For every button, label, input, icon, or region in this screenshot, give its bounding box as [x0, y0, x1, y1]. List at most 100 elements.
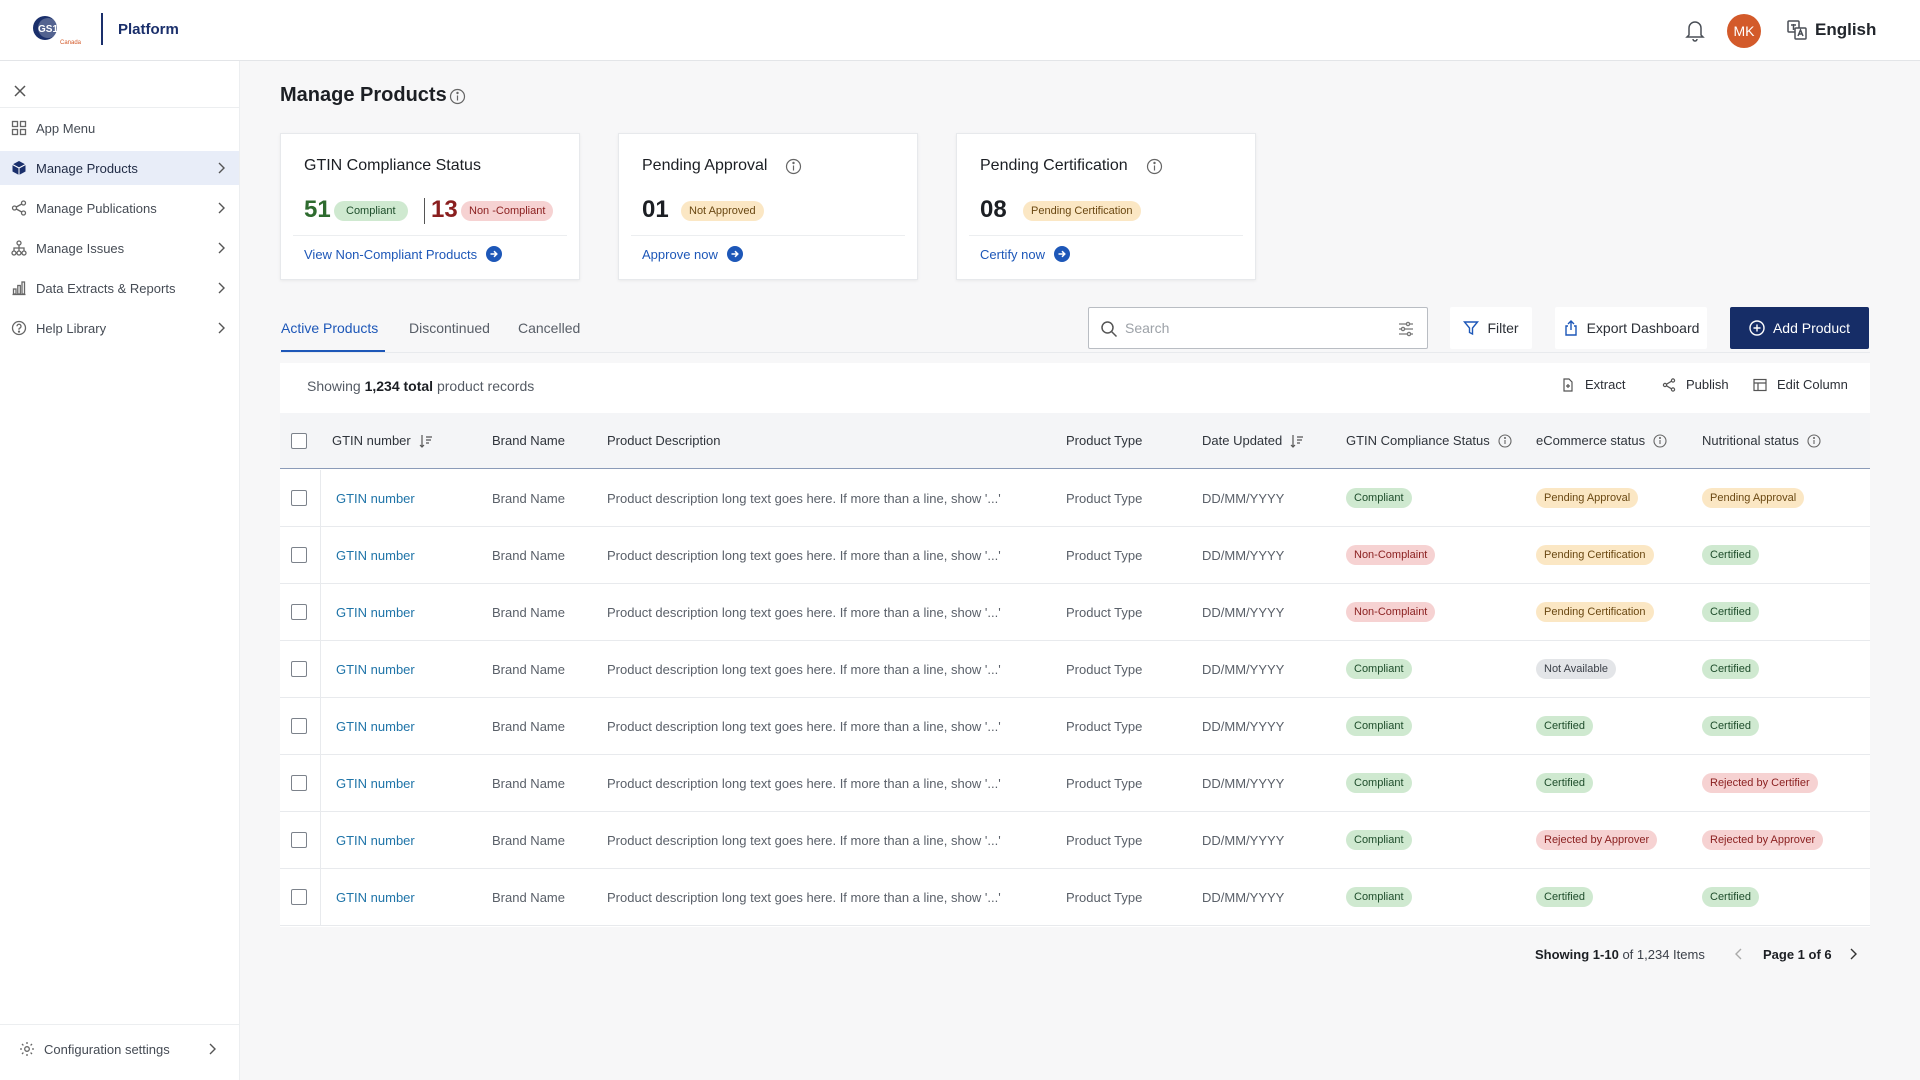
ecommerce-badge: Not Available — [1536, 659, 1617, 679]
sort-icon[interactable] — [419, 434, 433, 448]
sidebar-item-manage-publications[interactable]: Manage Publications — [0, 191, 240, 225]
row-checkbox[interactable] — [291, 775, 307, 791]
column-header-gtin-compliance[interactable]: GTIN Compliance Status — [1346, 433, 1512, 448]
column-header-ecommerce[interactable]: eCommerce status — [1536, 433, 1667, 448]
row-checkbox[interactable] — [291, 718, 307, 734]
gtin-link[interactable]: GTIN number — [336, 548, 415, 563]
info-icon[interactable] — [1807, 433, 1821, 448]
link-label: View Non-Compliant Products — [304, 246, 478, 262]
translate-icon[interactable] — [1786, 19, 1808, 41]
publish-button[interactable]: Publish — [1662, 377, 1729, 392]
compliance-badge: Non-Complaint — [1346, 545, 1436, 565]
total-count: 1,234 total — [364, 378, 434, 394]
ecommerce-badge: Pending Certification — [1536, 602, 1654, 622]
add-product-button[interactable]: Add Product — [1730, 307, 1869, 349]
showing-suffix: product records — [436, 378, 535, 394]
tab-cancelled[interactable]: Cancelled — [518, 320, 580, 336]
sidebar-item-app-menu[interactable]: App Menu — [0, 111, 240, 145]
row-checkbox[interactable] — [291, 661, 307, 677]
configuration-settings[interactable]: Configuration settings — [0, 1034, 240, 1064]
arrow-right-circle-icon — [486, 246, 503, 262]
gs1-logo[interactable]: GS1 Canada — [30, 14, 86, 48]
sidebar-item-label: App Menu — [36, 120, 96, 136]
bell-icon[interactable] — [1684, 18, 1706, 42]
column-header-gtin[interactable]: GTIN number — [332, 433, 433, 448]
sort-icon[interactable] — [1290, 434, 1304, 448]
sidebar-item-manage-products[interactable]: Manage Products — [0, 151, 239, 185]
column-header-date-updated[interactable]: Date Updated — [1202, 433, 1304, 448]
date-updated: DD/MM/YYYY — [1202, 662, 1285, 677]
gtin-link[interactable]: GTIN number — [336, 662, 415, 677]
tab-active-products[interactable]: Active Products — [281, 320, 378, 336]
row-checkbox[interactable] — [291, 832, 307, 848]
certify-now-link[interactable]: Certify now — [980, 246, 1071, 262]
edit-column-button[interactable]: Edit Column — [1753, 377, 1848, 392]
filter-button[interactable]: Filter — [1450, 307, 1532, 349]
view-noncompliant-link[interactable]: View Non-Compliant Products — [304, 246, 503, 262]
sidebar-item-label: Data Extracts & Reports — [36, 280, 176, 296]
sidebar-item-data-extracts[interactable]: Data Extracts & Reports — [0, 271, 240, 305]
nutritional-badge: Rejected by Certifier — [1702, 773, 1818, 793]
row-checkbox[interactable] — [291, 547, 307, 563]
search-input[interactable] — [1125, 317, 1375, 339]
table-row[interactable]: GTIN number Brand Name Product description… — [280, 755, 1870, 812]
chevron-right-icon[interactable] — [1848, 947, 1858, 961]
row-checkbox[interactable] — [291, 889, 307, 905]
gtin-link[interactable]: GTIN number — [336, 833, 415, 848]
table-row[interactable]: GTIN number Brand Name Product description… — [280, 641, 1870, 698]
table-row[interactable]: GTIN number Brand Name Product description… — [280, 584, 1870, 641]
compliance-badge: Compliant — [1346, 773, 1412, 793]
card-divider — [293, 235, 567, 236]
column-header-brand[interactable]: Brand Name — [492, 433, 565, 448]
info-icon[interactable] — [785, 158, 802, 175]
language-selector[interactable]: English — [1815, 20, 1876, 40]
bar-chart-icon — [12, 281, 26, 296]
extract-label: Extract — [1585, 377, 1626, 392]
not-approved-badge: Not Approved — [681, 201, 764, 221]
table-row[interactable]: GTIN number Brand Name Product description… — [280, 812, 1870, 869]
chevron-left-icon[interactable] — [1734, 947, 1744, 961]
row-checkbox[interactable] — [291, 604, 307, 620]
gtin-link[interactable]: GTIN number — [336, 890, 415, 905]
select-all-checkbox[interactable] — [291, 433, 307, 449]
gtin-link[interactable]: GTIN number — [336, 719, 415, 734]
ecommerce-badge: Pending Approval — [1536, 488, 1639, 508]
info-icon[interactable] — [449, 88, 466, 105]
gtin-compliance-card: GTIN Compliance Status 51 Compliant 13 N… — [280, 133, 580, 280]
column-divider — [320, 641, 321, 698]
table-row[interactable]: GTIN number Brand Name Product description… — [280, 698, 1870, 755]
publish-label: Publish — [1686, 377, 1729, 392]
brand-name: Brand Name — [492, 719, 565, 734]
export-dashboard-button[interactable]: Export Dashboard — [1555, 307, 1707, 349]
header-label: GTIN number — [332, 433, 411, 448]
table-row[interactable]: GTIN number Brand Name Product description… — [280, 869, 1870, 926]
tab-discontinued[interactable]: Discontinued — [409, 320, 490, 336]
column-header-description[interactable]: Product Description — [607, 433, 720, 448]
info-icon[interactable] — [1146, 158, 1163, 175]
approve-now-link[interactable]: Approve now — [642, 246, 743, 262]
date-updated: DD/MM/YYYY — [1202, 833, 1285, 848]
row-checkbox[interactable] — [291, 490, 307, 506]
sidebar-item-help-library[interactable]: Help Library — [0, 311, 240, 345]
table-header: GTIN number Brand Name Product Descripti… — [280, 413, 1870, 469]
column-header-nutritional[interactable]: Nutritional status — [1702, 433, 1821, 448]
extract-button[interactable]: Extract — [1561, 377, 1625, 392]
noncompliant-badge: Non -Compliant — [461, 201, 554, 221]
info-icon[interactable] — [1653, 433, 1667, 448]
gtin-link[interactable]: GTIN number — [336, 491, 415, 506]
sliders-icon[interactable] — [1397, 320, 1415, 338]
close-icon[interactable] — [12, 83, 28, 99]
gtin-link[interactable]: GTIN number — [336, 776, 415, 791]
product-description: Product description long text goes here.… — [607, 719, 1001, 734]
info-icon[interactable] — [1498, 433, 1512, 448]
column-header-product-type[interactable]: Product Type — [1066, 433, 1142, 448]
user-avatar[interactable]: MK — [1727, 14, 1761, 48]
nutritional-badge: Certified — [1702, 545, 1759, 565]
header-label: Product Type — [1066, 433, 1143, 448]
nutritional-badge: Pending Approval — [1702, 488, 1805, 508]
table-row[interactable]: GTIN number Brand Name Product description… — [280, 470, 1870, 527]
gtin-link[interactable]: GTIN number — [336, 605, 415, 620]
sidebar-item-manage-issues[interactable]: Manage Issues — [0, 231, 240, 265]
sidebar-item-label: Manage Issues — [36, 240, 125, 256]
table-row[interactable]: GTIN number Brand Name Product description… — [280, 527, 1870, 584]
